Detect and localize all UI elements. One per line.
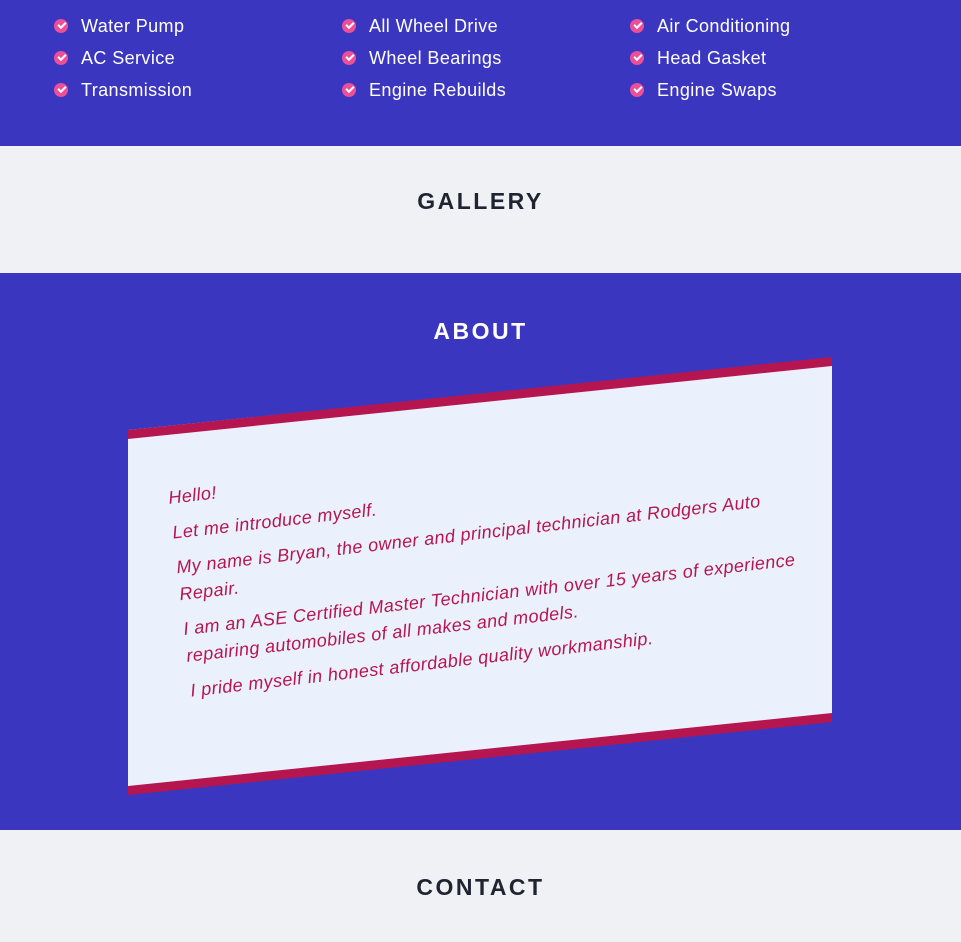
contact-heading: CONTACT <box>416 874 545 900</box>
contact-section: CONTACT <box>0 830 961 942</box>
